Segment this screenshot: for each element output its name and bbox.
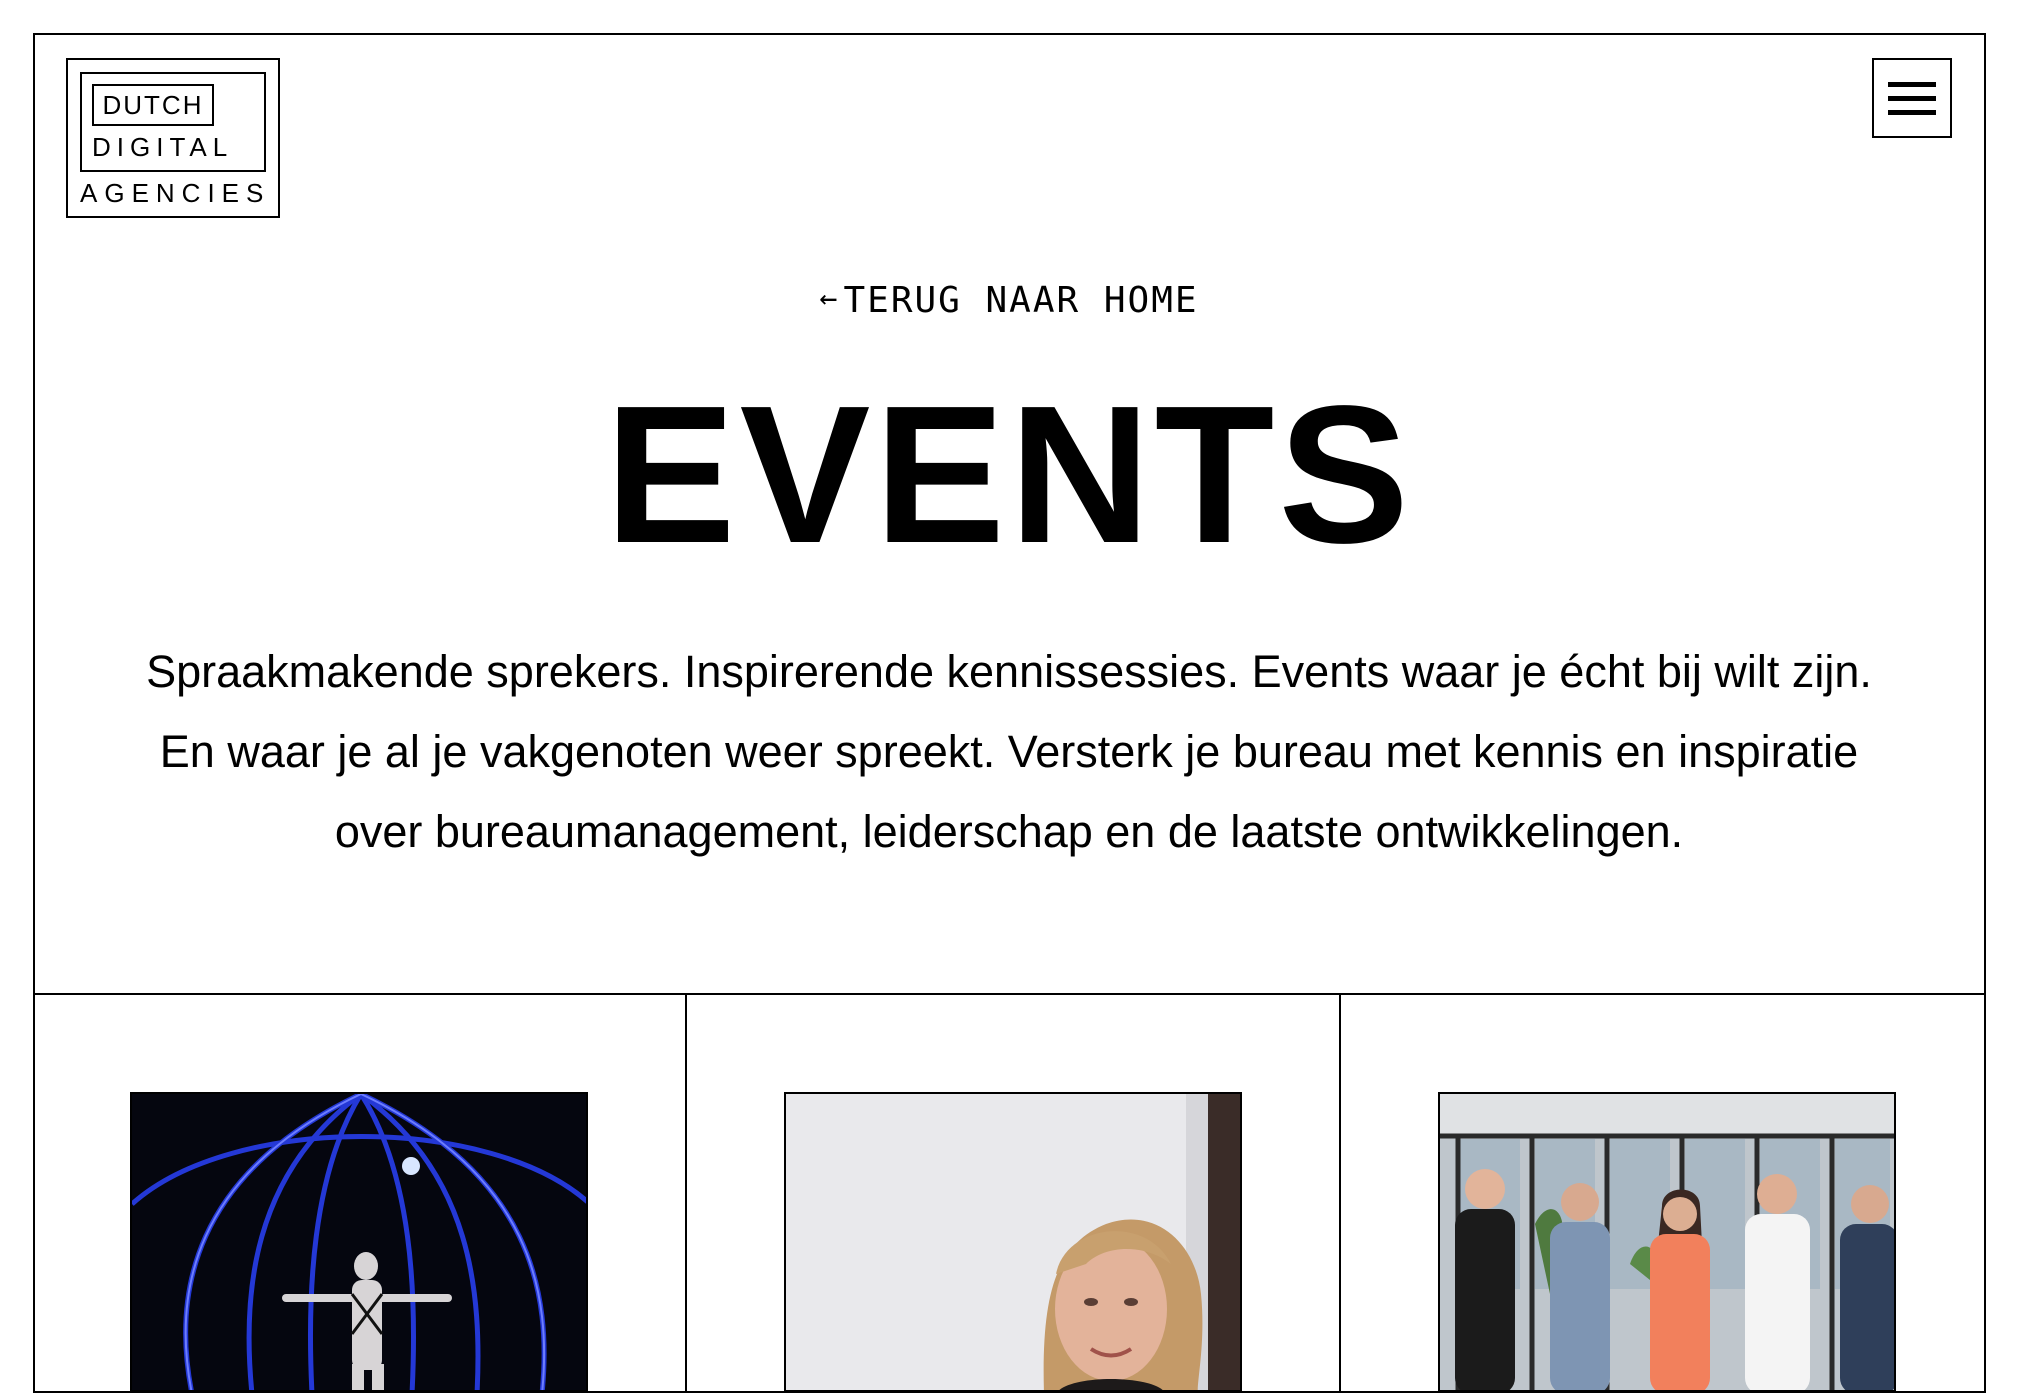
- back-link-label: TERUG NAAR HOME: [843, 280, 1199, 321]
- team-group-office-photo: [1440, 1094, 1894, 1390]
- logo-dutch: DUTCH: [92, 84, 214, 126]
- page-title: EVENTS: [604, 365, 1414, 584]
- arrow-left-icon: ←: [819, 281, 840, 316]
- intro-text: Spraakmakende sprekers. Inspirerende ken…: [146, 646, 1872, 857]
- event-card-image-1[interactable]: [130, 1092, 588, 1392]
- logo-inner-frame: DUTCH DIGITAL: [80, 72, 266, 172]
- grid-divider: [1339, 993, 1341, 1393]
- event-card-image-2[interactable]: [784, 1092, 1242, 1392]
- hamburger-menu-icon[interactable]: [1872, 58, 1952, 138]
- logo[interactable]: DUTCH DIGITAL AGENCIES: [66, 58, 280, 218]
- event-card-image-3[interactable]: [1438, 1092, 1896, 1392]
- grid-divider: [685, 993, 687, 1393]
- menu-bar: [1888, 81, 1936, 87]
- logo-digital: DIGITAL: [92, 132, 234, 162]
- back-to-home-link[interactable]: ← TERUG NAAR HOME: [0, 280, 2018, 321]
- grid-divider: [33, 993, 1986, 995]
- menu-bar: [1888, 109, 1936, 115]
- woman-portrait-photo: [786, 1094, 1240, 1390]
- menu-bar: [1888, 95, 1936, 101]
- logo-agencies: AGENCIES: [80, 178, 271, 208]
- performer-in-blue-light-cage-photo: [132, 1094, 586, 1390]
